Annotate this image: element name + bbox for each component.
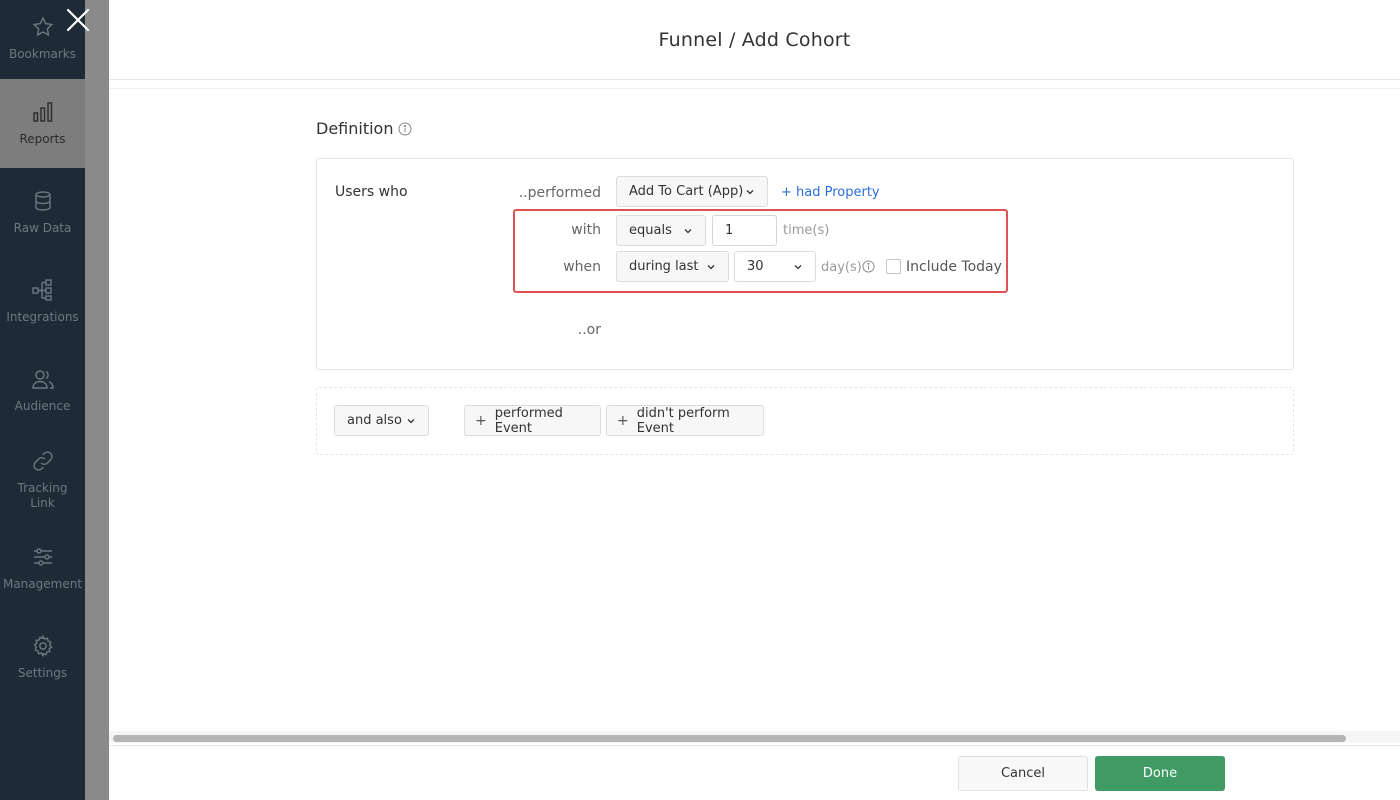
days-unit: day(s) (821, 260, 862, 275)
performed-label: ..performed (518, 185, 601, 201)
sidebar-item-reports[interactable]: Reports (0, 79, 85, 168)
modal-backdrop (85, 0, 109, 800)
and-also-dropdown[interactable]: and also (334, 405, 429, 436)
sidebar-item-label: Bookmarks (8, 47, 77, 61)
sliders-icon (33, 548, 52, 566)
sidebar: Bookmarks Reports Raw Data Integrations … (0, 0, 85, 800)
chevron-down-icon (746, 190, 754, 195)
link-icon (32, 450, 53, 471)
sidebar-item-settings[interactable]: Settings (0, 613, 85, 702)
sidebar-item-tracking-link[interactable]: Tracking Link (0, 435, 85, 524)
event-dropdown-value: Add To Cart (App) (629, 184, 744, 199)
count-unit: time(s) (783, 223, 830, 238)
users-icon (31, 370, 54, 389)
bar-chart-icon (32, 102, 52, 122)
operator-dropdown[interactable]: equals (616, 215, 706, 246)
info-icon[interactable] (862, 260, 875, 273)
and-also-panel: and also + performed Event + didn't perf… (316, 387, 1294, 455)
sidebar-item-label: Audience (14, 399, 71, 413)
operator-dropdown-value: equals (629, 223, 672, 238)
sidebar-item-label: Tracking Link (17, 480, 68, 510)
add-cohort-modal: Funnel / Add Cohort Definition Users who… (109, 0, 1400, 800)
chevron-down-icon (684, 229, 692, 234)
with-label: with (571, 222, 601, 238)
performed-event-label: performed Event (494, 405, 563, 436)
and-also-dropdown-value: and also (347, 413, 402, 428)
include-today-checkbox[interactable] (886, 259, 901, 274)
cancel-button[interactable]: Cancel (958, 756, 1088, 791)
sidebar-item-audience[interactable]: Audience (0, 346, 85, 435)
section-title: Definition (316, 119, 412, 138)
didnt-perform-event-button[interactable]: + didn't perform Event (606, 405, 764, 436)
or-label: ..or (577, 322, 601, 338)
plus-icon: + (475, 412, 487, 429)
page-title: Funnel / Add Cohort (658, 28, 851, 51)
when-label: when (563, 259, 601, 275)
chevron-down-icon (407, 419, 415, 424)
divider (109, 88, 1400, 89)
sidebar-item-raw-data[interactable]: Raw Data (0, 168, 85, 257)
days-dropdown-value: 30 (747, 259, 764, 274)
time-range-dropdown-value: during last (629, 259, 699, 274)
chevron-down-icon (794, 265, 802, 270)
info-icon[interactable] (398, 122, 412, 136)
sidebar-item-label: Reports (19, 132, 66, 146)
modal-header: Funnel / Add Cohort (109, 0, 1400, 80)
sidebar-item-integrations[interactable]: Integrations (0, 257, 85, 346)
days-dropdown[interactable]: 30 (734, 251, 816, 282)
chevron-down-icon (707, 265, 715, 270)
count-input[interactable] (712, 215, 777, 246)
sidebar-item-management[interactable]: Management (0, 524, 85, 613)
definition-label: Definition (316, 119, 394, 138)
time-range-dropdown[interactable]: during last (616, 251, 729, 282)
scrollbar-thumb[interactable] (113, 735, 1346, 742)
gear-icon (33, 634, 52, 658)
performed-event-button[interactable]: + performed Event (464, 405, 601, 436)
close-icon[interactable] (64, 6, 92, 34)
definition-panel: Users who ..performed Add To Cart (App) … (316, 158, 1294, 370)
divider (109, 745, 1400, 746)
plus-icon: + (617, 412, 629, 429)
include-today-label: Include Today (906, 259, 1002, 275)
star-icon (32, 16, 53, 37)
sidebar-item-label: Raw Data (13, 221, 72, 235)
had-property-link[interactable]: + had Property (781, 185, 880, 200)
event-dropdown[interactable]: Add To Cart (App) (616, 176, 768, 207)
sidebar-item-label: Integrations (6, 310, 79, 324)
sidebar-item-label: Management (2, 577, 83, 591)
done-button[interactable]: Done (1095, 756, 1225, 791)
sidebar-item-label: Settings (17, 666, 68, 680)
users-who-label: Users who (335, 184, 408, 200)
integrations-icon (31, 279, 52, 301)
database-icon (34, 191, 51, 211)
didnt-perform-event-label: didn't perform Event (636, 405, 730, 436)
